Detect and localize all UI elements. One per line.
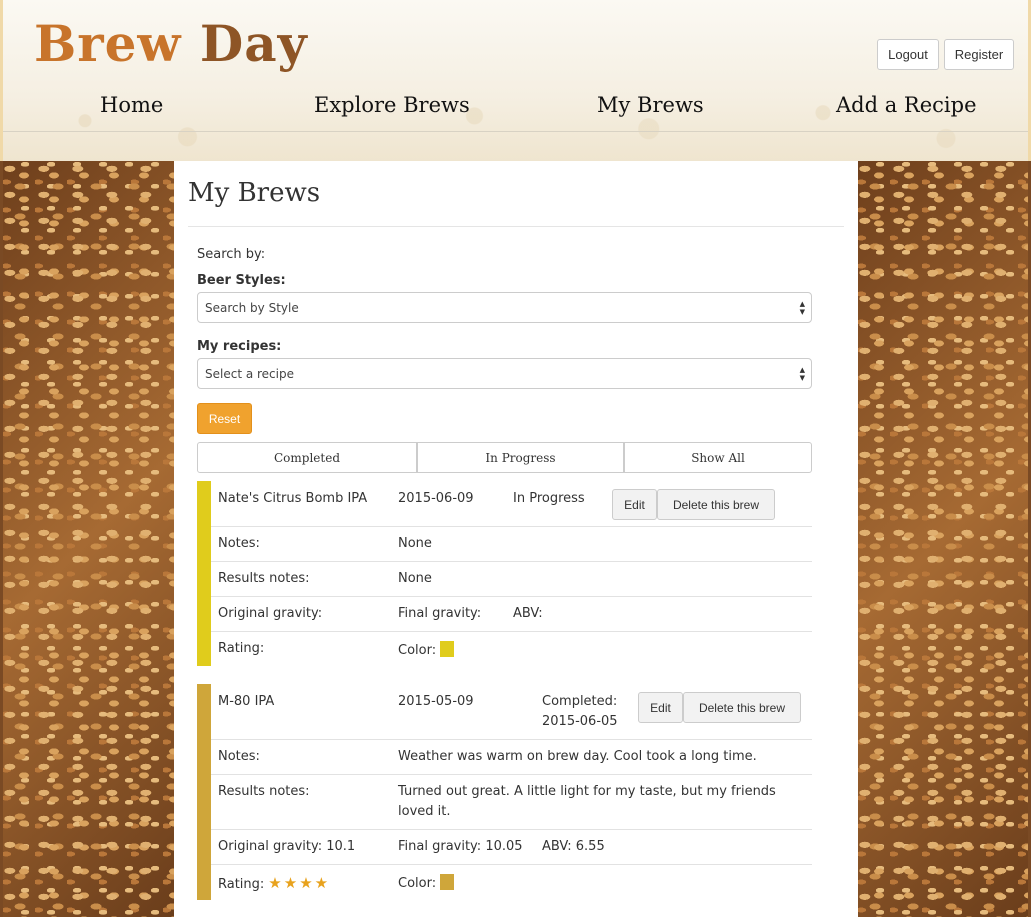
beer-style-select-value: Search by Style	[205, 300, 299, 315]
notes-label: Notes:	[218, 749, 260, 764]
logout-button[interactable]: Logout	[877, 39, 939, 70]
register-button[interactable]: Register	[944, 39, 1014, 70]
rating-stars-icon: ★★★★	[268, 874, 331, 892]
logo-text-brew: Brew	[34, 14, 182, 73]
select-arrows-icon: ▲ ▼	[799, 366, 805, 382]
beer-styles-label: Beer Styles:	[197, 273, 286, 288]
abv-label: ABV:	[513, 606, 543, 621]
nav-my-brews[interactable]: My Brews	[597, 93, 704, 117]
notes-label: Notes:	[218, 536, 260, 551]
brew-results-row: Results notes: Turned out great. A littl…	[211, 775, 812, 830]
results-notes-label: Results notes:	[218, 784, 310, 799]
brew-completed-date: 2015-06-05	[542, 714, 618, 729]
results-notes-label: Results notes:	[218, 571, 310, 586]
abv-value: 6.55	[575, 839, 605, 854]
abv-label: ABV:	[542, 839, 572, 854]
brew-results-row: Results notes: None	[211, 562, 812, 597]
rating-label: Rating:	[218, 877, 265, 892]
final-gravity: Final gravity: 10.05	[398, 839, 523, 854]
recipe-select[interactable]: Select a recipe ▲ ▼	[197, 358, 812, 389]
select-arrows-icon: ▲ ▼	[799, 300, 805, 316]
brew-card: Nate's Citrus Bomb IPA 2015-06-09 In Pro…	[197, 481, 812, 666]
site-header: Brew Day Logout Register Home Explore Br…	[0, 0, 1031, 161]
filter-in-progress-button[interactable]: In Progress	[417, 442, 624, 473]
brew-summary-row: M-80 IPA 2015-05-09 Completed: 2015-06-0…	[211, 684, 812, 740]
my-recipes-label: My recipes:	[197, 339, 282, 354]
brew-notes-row: Notes: None	[211, 527, 812, 562]
original-gravity-value: 10.1	[326, 839, 356, 854]
logo-text-day: Day	[199, 14, 308, 73]
nav-explore-brews[interactable]: Explore Brews	[314, 93, 470, 117]
final-gravity-label: Final gravity:	[398, 606, 482, 621]
edit-brew-button[interactable]: Edit	[638, 692, 683, 723]
filter-show-all-button[interactable]: Show All	[624, 442, 812, 473]
search-by-label: Search by:	[197, 247, 266, 262]
color-label: Color:	[398, 876, 437, 891]
main-content: My Brews Search by: Beer Styles: Search …	[174, 161, 858, 917]
brew-card: M-80 IPA 2015-05-09 Completed: 2015-06-0…	[197, 684, 812, 900]
nav-home[interactable]: Home	[100, 93, 163, 117]
title-divider	[188, 226, 844, 227]
brew-rating-row: Rating: Color:	[211, 632, 812, 666]
brew-color-bar	[197, 684, 211, 900]
notes-value: Weather was warm on brew day. Cool took …	[398, 749, 757, 764]
recipe-select-value: Select a recipe	[205, 366, 294, 381]
brew-status: In Progress	[513, 491, 585, 506]
brew-color-bar	[197, 481, 211, 666]
color-label: Color:	[398, 643, 437, 658]
color-field: Color:	[398, 874, 455, 891]
delete-brew-button[interactable]: Delete this brew	[683, 692, 801, 723]
final-gravity-value: 10.05	[485, 839, 523, 854]
original-gravity: Original gravity:	[218, 606, 322, 621]
results-notes-value: Turned out great. A little light for my …	[398, 784, 776, 819]
results-notes-value: None	[398, 571, 432, 586]
final-gravity-label: Final gravity:	[398, 839, 482, 854]
brew-summary-row: Nate's Citrus Bomb IPA 2015-06-09 In Pro…	[211, 481, 812, 527]
filter-completed-button[interactable]: Completed	[197, 442, 417, 473]
brew-date: 2015-05-09	[398, 694, 474, 709]
original-gravity: Original gravity: 10.1	[218, 839, 355, 854]
reset-button[interactable]: Reset	[197, 403, 252, 434]
header-divider	[3, 131, 1028, 132]
color-swatch	[440, 874, 455, 890]
final-gravity: Final gravity:	[398, 606, 481, 621]
original-gravity-label: Original gravity:	[218, 839, 323, 854]
edit-brew-button[interactable]: Edit	[612, 489, 657, 520]
page-title: My Brews	[188, 178, 321, 208]
rating: Rating: ★★★★	[218, 874, 330, 892]
delete-brew-button[interactable]: Delete this brew	[657, 489, 775, 520]
grain-background-left	[3, 161, 174, 917]
color-swatch	[440, 641, 455, 657]
brew-name: M-80 IPA	[218, 694, 275, 709]
brew-notes-row: Notes: Weather was warm on brew day. Coo…	[211, 740, 812, 775]
brew-name: Nate's Citrus Bomb IPA	[218, 491, 368, 506]
rating-label: Rating:	[218, 641, 265, 656]
brew-gravity-row: Original gravity: Final gravity: ABV:	[211, 597, 812, 632]
brew-rating-row: Rating: ★★★★ Color:	[211, 865, 812, 900]
nav-add-recipe[interactable]: Add a Recipe	[836, 93, 977, 117]
color-field: Color:	[398, 641, 455, 658]
brew-date: 2015-06-09	[398, 491, 474, 506]
original-gravity-label: Original gravity:	[218, 606, 323, 621]
brew-status: Completed:	[542, 694, 618, 709]
beer-style-select[interactable]: Search by Style ▲ ▼	[197, 292, 812, 323]
abv: ABV: 6.55	[542, 839, 605, 854]
notes-value: None	[398, 536, 432, 551]
abv: ABV:	[513, 606, 543, 621]
brew-day-logo[interactable]: Brew Day	[34, 14, 308, 73]
grain-background-right	[858, 161, 1028, 917]
brew-gravity-row: Original gravity: 10.1 Final gravity: 10…	[211, 830, 812, 865]
